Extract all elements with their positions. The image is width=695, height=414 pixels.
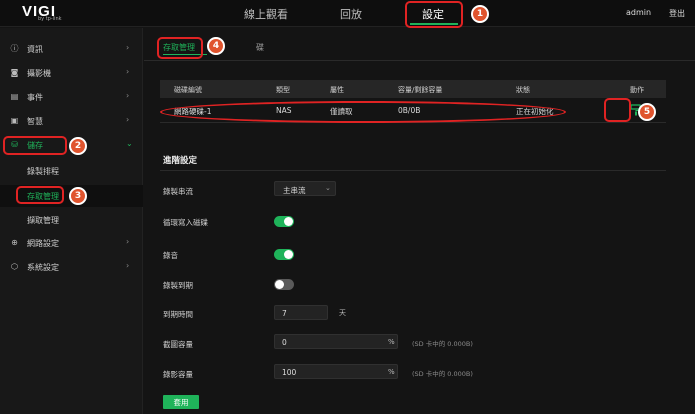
sidebar-item-info[interactable]: ⓘ 資訊 › [0,38,143,60]
sidebar-item-label: 錄製排程 [27,167,59,176]
snapshot-capacity-label: 截圖容量 [163,340,193,349]
toggle-knob [284,217,293,226]
sidebar-item-label: 智慧 [27,117,43,126]
col-status: 狀態 [516,86,530,94]
video-unit: % [388,368,395,376]
snapshot-capacity-input[interactable]: 0 % [274,334,398,349]
chevron-right-icon: › [126,261,130,270]
sidebar-item-smart[interactable]: ▣ 智慧 › [0,110,143,132]
audio-label: 錄音 [163,251,178,260]
top-bar: VIGI by tp-link 線上觀看 回放 設定 admin 登出 [0,0,695,27]
logout-link[interactable]: 登出 [669,8,685,19]
subtab-disk[interactable]: 碟 [256,42,264,53]
main-content: 存取管理 碟 磁碟編號 類型 屬性 容量/剩餘容量 狀態 動作 網路硬碟-1 N… [144,28,695,414]
annotation-box-action [604,98,631,122]
col-capacity: 容量/剩餘容量 [398,86,443,94]
video-hint: (SD 卡中的 0.000B) [412,370,473,378]
logo-subtitle: by tp-link [38,16,62,22]
video-capacity-value: 100 [282,368,297,377]
annotation-box-storage-management [16,186,64,204]
tab-live-view[interactable]: 線上觀看 [244,6,288,22]
globe-icon: ⊕ [11,238,18,247]
annotation-box-settings [405,1,463,28]
video-capacity-label: 錄影容量 [163,370,193,379]
record-stream-value: 主串流 [283,186,306,195]
annotation-badge-1: 1 [471,5,489,23]
expire-toggle[interactable] [274,279,294,290]
annotation-box-storage [3,136,67,155]
sidebar-item-label: 網路設定 [27,239,59,248]
chevron-right-icon: › [126,43,130,52]
apply-button[interactable]: 套用 [163,395,199,409]
chevron-right-icon: › [126,91,130,100]
snapshot-hint: (SD 卡中的 0.000B) [412,340,473,348]
divider [144,60,695,61]
divider [160,170,666,171]
chevron-right-icon: › [126,67,130,76]
sidebar-item-system[interactable]: ⬡ 系統設定 › [0,256,143,278]
camera-icon: ◙ [10,68,19,77]
chevron-down-icon: ⌄ [126,139,133,148]
chevron-right-icon: › [126,237,130,246]
col-type: 類型 [276,86,290,94]
sidebar-item-label: 系統設定 [27,263,59,272]
sidebar-item-record-schedule[interactable]: 錄製排程 [0,160,143,182]
col-disk-id: 磁碟編號 [174,86,202,94]
event-icon: ▤ [10,92,19,101]
toggle-knob [284,250,293,259]
user-name[interactable]: admin [626,8,651,17]
loop-write-label: 循環寫入磁碟 [163,218,208,227]
advanced-settings-title: 進階設定 [163,156,198,166]
sidebar: ⓘ 資訊 › ◙ 攝影機 › ▤ 事件 › ▣ 智慧 › ⛁ 儲存 ⌄ 錄製排程… [0,28,143,414]
audio-toggle[interactable] [274,249,294,260]
sidebar-item-camera[interactable]: ◙ 攝影機 › [0,62,143,84]
chevron-down-icon: ⌄ [325,184,331,192]
sidebar-item-network[interactable]: ⊕ 網路設定 › [0,232,143,254]
sidebar-item-label: 資訊 [27,45,43,54]
expire-time-label: 到期時間 [163,310,193,319]
annotation-box-subtab [157,37,203,59]
smart-icon: ▣ [10,116,19,125]
settings-icon: ⬡ [11,262,18,271]
expire-unit: 天 [339,309,346,317]
table-header: 磁碟編號 類型 屬性 容量/剩餘容量 狀態 動作 [160,80,666,98]
loop-write-toggle[interactable] [274,216,294,227]
expire-label: 錄製到期 [163,281,193,290]
toggle-knob [275,280,284,289]
info-icon: ⓘ [10,44,19,53]
snapshot-unit: % [388,338,395,346]
sidebar-item-event[interactable]: ▤ 事件 › [0,86,143,108]
col-action: 動作 [630,86,644,94]
sidebar-item-label: 事件 [27,93,43,102]
col-attribute: 屬性 [330,86,344,94]
chevron-right-icon: › [126,115,130,124]
sidebar-item-capture-management[interactable]: 擷取管理 [0,209,143,231]
snapshot-capacity-value: 0 [282,338,287,347]
sidebar-item-label: 攝影機 [27,69,51,78]
annotation-ellipse-disk-row [160,101,566,123]
record-stream-label: 錄製串流 [163,187,193,196]
expire-time-input[interactable]: 7 [274,305,328,320]
record-stream-select[interactable]: 主串流 ⌄ [274,181,336,196]
annotation-badge-2: 2 [69,137,87,155]
annotation-badge-5: 5 [638,103,656,121]
video-capacity-input[interactable]: 100 % [274,364,398,379]
sidebar-item-label: 擷取管理 [27,216,59,225]
tab-playback[interactable]: 回放 [340,6,362,22]
annotation-badge-4: 4 [207,37,225,55]
annotation-badge-3: 3 [69,187,87,205]
